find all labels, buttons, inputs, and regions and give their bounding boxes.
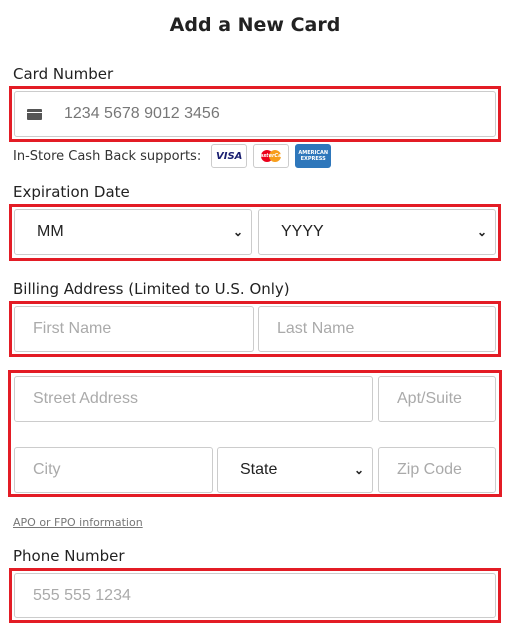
card-number-highlight: 1234 5678 9012 3456 bbox=[9, 86, 501, 142]
cashback-row: In-Store Cash Back supports: VISA Master… bbox=[13, 144, 332, 168]
state-value: State bbox=[240, 461, 278, 478]
month-select[interactable]: MM ⌄ bbox=[14, 209, 252, 255]
chevron-down-icon: ⌄ bbox=[476, 225, 487, 239]
year-select[interactable]: YYYY ⌄ bbox=[258, 209, 496, 255]
visa-icon: VISA bbox=[211, 144, 248, 168]
mastercard-icon: MasterCard bbox=[253, 144, 290, 168]
first-name-input[interactable]: First Name bbox=[14, 306, 254, 352]
month-value: MM bbox=[37, 223, 64, 240]
state-select[interactable]: State ⌄ bbox=[217, 447, 373, 493]
year-value: YYYY bbox=[281, 223, 324, 240]
chevron-down-icon: ⌄ bbox=[353, 463, 364, 477]
card-number-label: Card Number bbox=[13, 65, 114, 83]
billing-label: Billing Address (Limited to U.S. Only) bbox=[13, 280, 290, 298]
expiration-label: Expiration Date bbox=[13, 183, 130, 201]
cashback-text: In-Store Cash Back supports: bbox=[13, 148, 202, 164]
phone-input[interactable]: 555 555 1234 bbox=[14, 573, 496, 618]
address-highlight: Street Address Apt/Suite City State ⌄ Zip… bbox=[8, 370, 502, 497]
mastercard-text: MasterCard bbox=[254, 153, 288, 159]
expiration-highlight: MM ⌄ YYYY ⌄ bbox=[9, 204, 501, 261]
apo-fpo-link[interactable]: APO or FPO information bbox=[13, 516, 143, 529]
phone-highlight: 555 555 1234 bbox=[9, 568, 501, 623]
city-input[interactable]: City bbox=[14, 447, 213, 493]
page-title: Add a New Card bbox=[169, 14, 341, 36]
card-number-placeholder: 1234 5678 9012 3456 bbox=[64, 105, 220, 122]
last-name-input[interactable]: Last Name bbox=[258, 306, 496, 352]
apt-suite-input[interactable]: Apt/Suite bbox=[378, 376, 496, 422]
street-address-input[interactable]: Street Address bbox=[14, 376, 373, 422]
card-number-input[interactable]: 1234 5678 9012 3456 bbox=[14, 91, 496, 137]
zip-code-input[interactable]: Zip Code bbox=[378, 447, 496, 493]
name-highlight: First Name Last Name bbox=[9, 301, 501, 357]
credit-card-icon bbox=[27, 108, 42, 120]
phone-label: Phone Number bbox=[13, 547, 125, 565]
chevron-down-icon: ⌄ bbox=[232, 225, 243, 239]
amex-icon: AMERICAN EXPRESS bbox=[295, 144, 332, 168]
